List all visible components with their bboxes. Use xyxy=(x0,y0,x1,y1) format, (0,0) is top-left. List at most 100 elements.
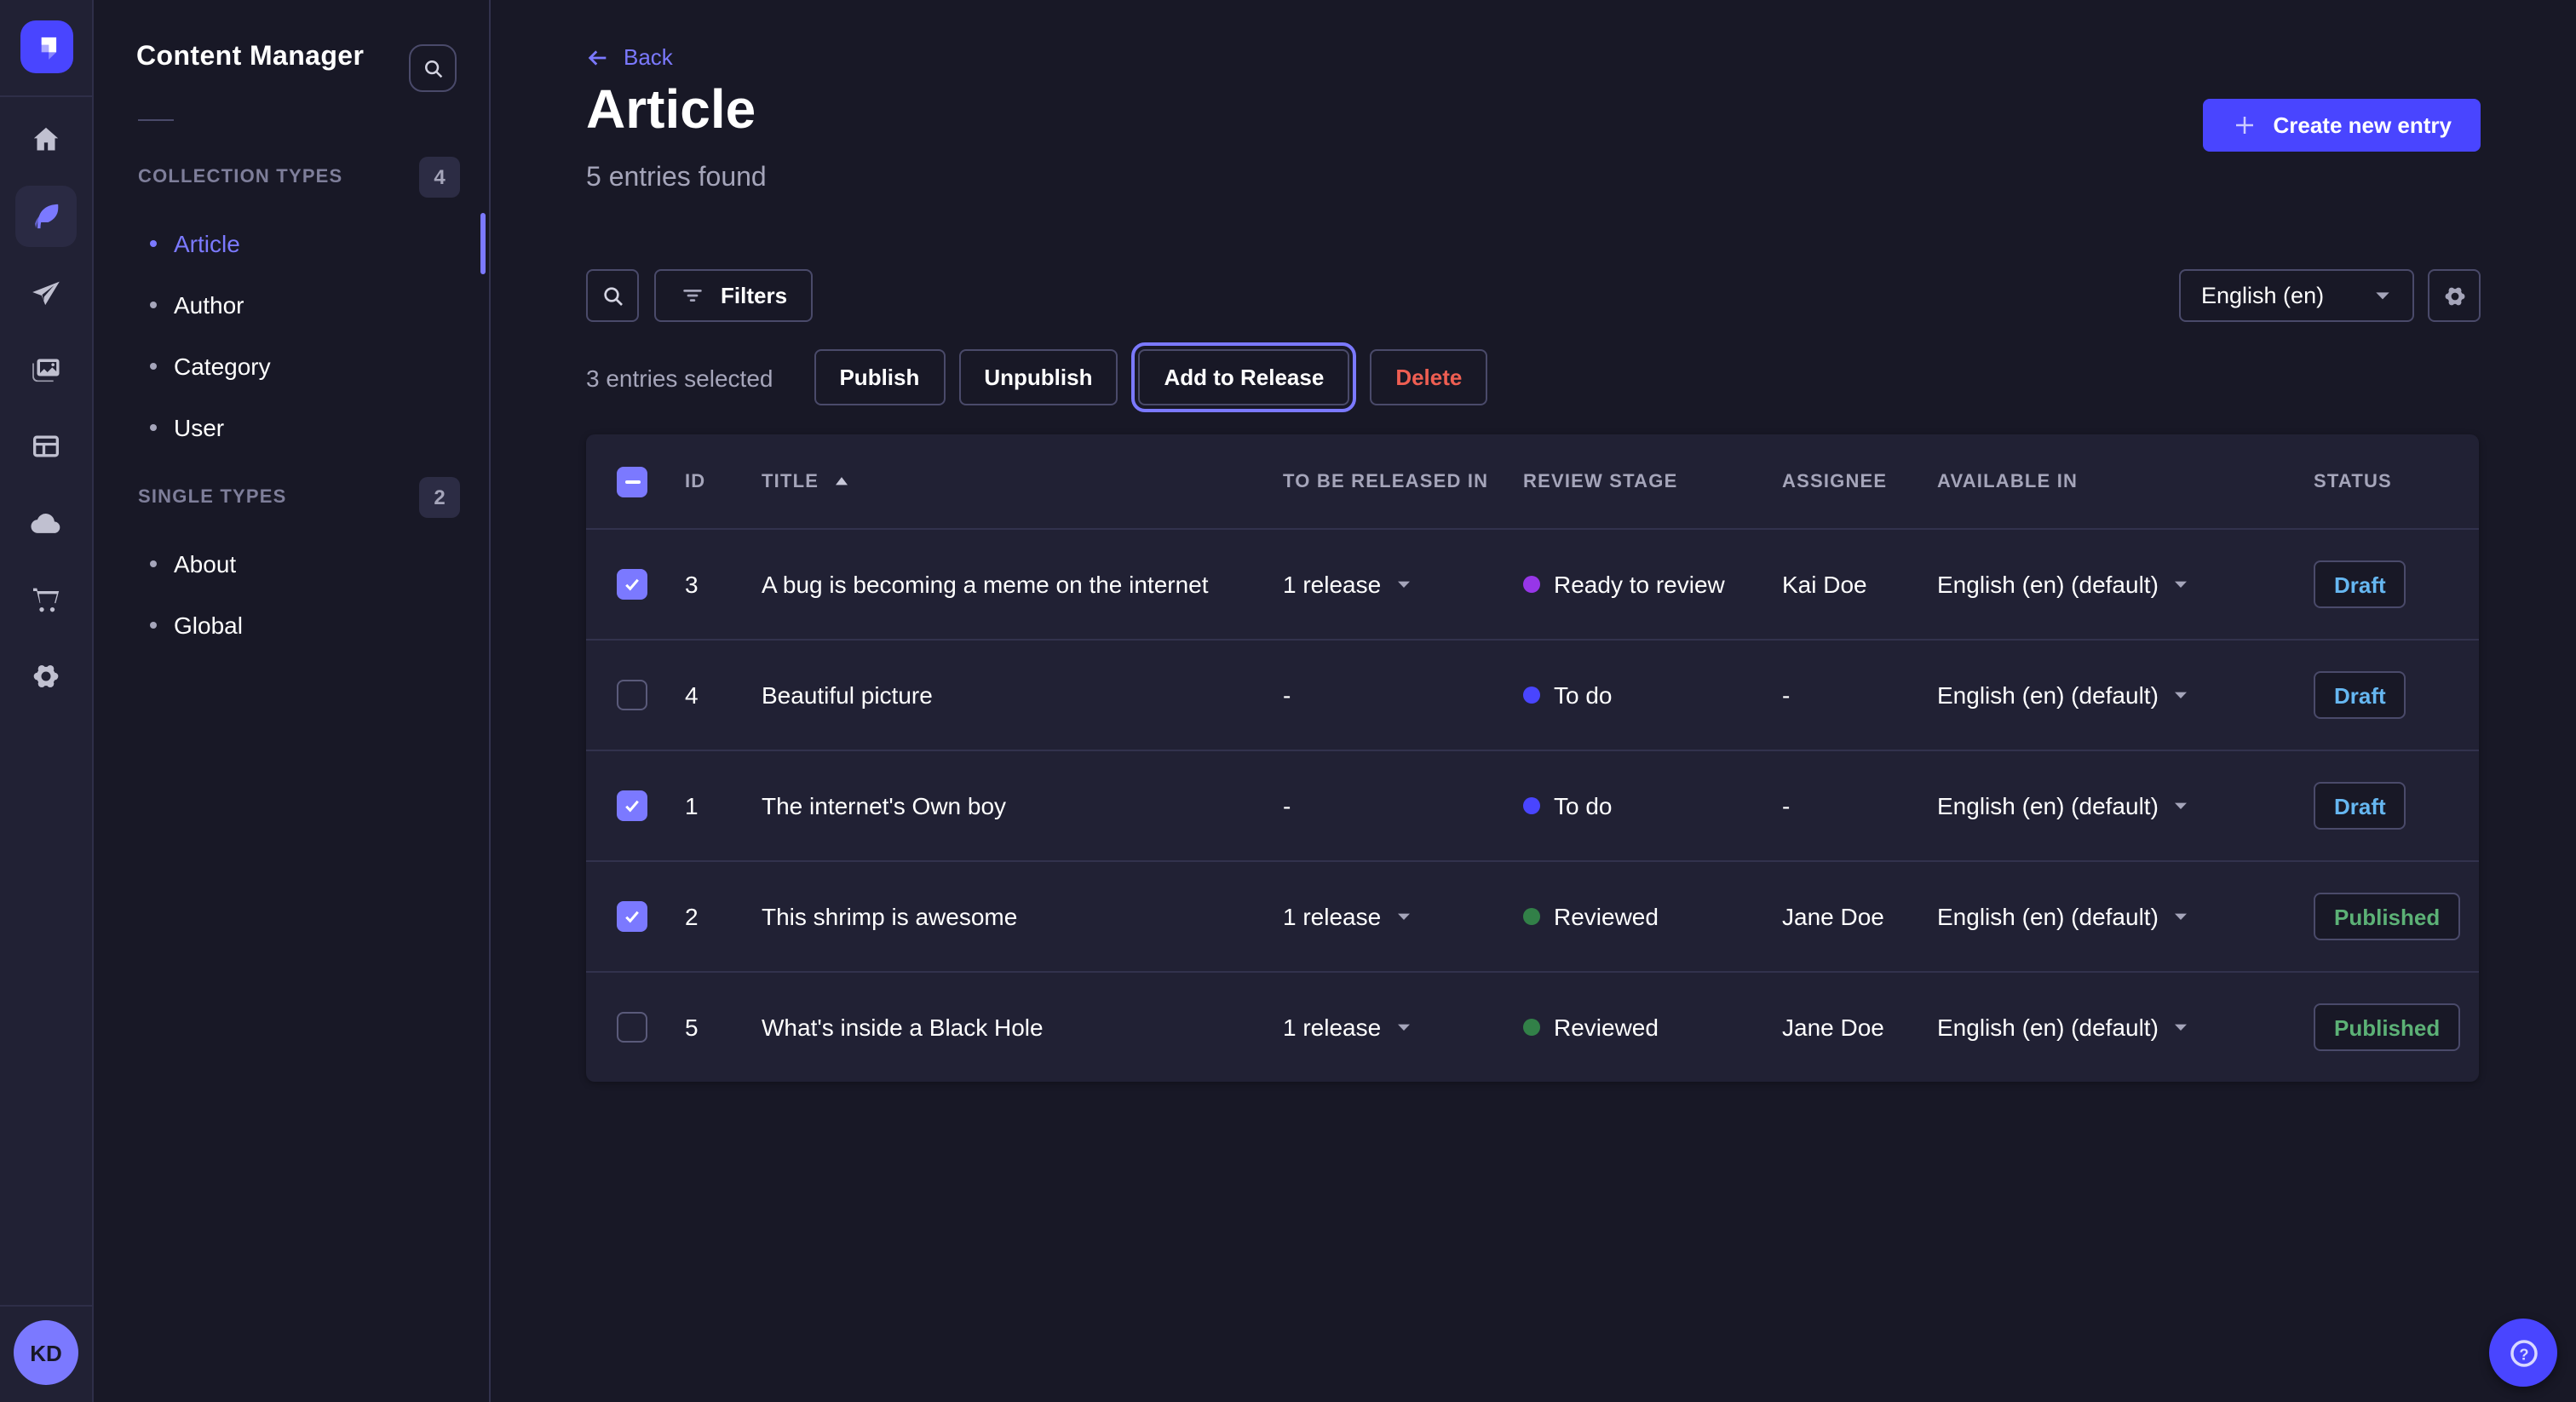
subnav-title: Content Manager xyxy=(136,43,364,73)
content-manager-icon[interactable] xyxy=(15,186,77,247)
rail-divider xyxy=(0,95,92,97)
home-icon[interactable] xyxy=(15,109,77,170)
table-row[interactable]: 4 Beautiful picture - To do - English (e… xyxy=(586,639,2479,750)
cell-id: 2 xyxy=(685,903,762,930)
cell-review-stage: Ready to review xyxy=(1523,571,1782,598)
chevron-down-icon xyxy=(2373,286,2392,305)
settings-gear-icon[interactable] xyxy=(15,646,77,707)
cell-review-stage: Reviewed xyxy=(1523,903,1782,930)
subnav-item-category[interactable]: Category xyxy=(94,336,489,397)
chevron-down-icon xyxy=(1394,576,1412,593)
entries-table: ID TITLE TO BE RELEASED IN REVIEW STAGE … xyxy=(586,434,2479,1082)
column-header-available-in[interactable]: AVAILABLE IN xyxy=(1937,471,2314,491)
stage-dot-icon xyxy=(1523,908,1540,925)
select-all-checkbox[interactable] xyxy=(617,466,647,497)
column-header-assignee[interactable]: ASSIGNEE xyxy=(1782,471,1937,491)
add-to-release-button[interactable]: Add to Release xyxy=(1138,349,1349,405)
stage-dot-icon xyxy=(1523,576,1540,593)
table-row[interactable]: 5 What's inside a Black Hole 1 release R… xyxy=(586,971,2479,1082)
subnav-item-user[interactable]: User xyxy=(94,397,489,458)
chevron-down-icon xyxy=(1394,908,1412,925)
user-avatar[interactable]: KD xyxy=(14,1320,78,1385)
plus-icon xyxy=(2232,112,2257,138)
main-content: Back Article 5 entries found Create new … xyxy=(491,0,2576,1402)
stage-dot-icon xyxy=(1523,797,1540,814)
chevron-down-icon xyxy=(2172,687,2189,704)
subnav-search-button[interactable] xyxy=(409,44,457,92)
chevron-down-icon xyxy=(1394,1019,1412,1036)
subnav-item-label: Category xyxy=(174,353,271,380)
bullet-icon xyxy=(150,363,157,370)
strapi-logo[interactable] xyxy=(20,20,73,73)
back-link[interactable]: Back xyxy=(586,44,673,70)
media-library-icon[interactable] xyxy=(15,339,77,400)
releases-icon[interactable] xyxy=(15,262,77,324)
content-type-builder-icon[interactable] xyxy=(15,416,77,477)
row-checkbox[interactable] xyxy=(617,569,647,600)
search-button[interactable] xyxy=(586,269,639,322)
help-button[interactable]: ? xyxy=(2489,1319,2557,1387)
bullet-icon xyxy=(150,302,157,308)
gear-icon xyxy=(2441,282,2468,309)
search-icon xyxy=(420,55,446,81)
single-types-label: SINGLE TYPES xyxy=(138,477,287,518)
active-item-indicator xyxy=(480,213,486,274)
deploy-cloud-icon[interactable] xyxy=(15,492,77,554)
row-checkbox[interactable] xyxy=(617,680,647,710)
delete-button[interactable]: Delete xyxy=(1370,349,1487,405)
cell-released-in[interactable]: 1 release xyxy=(1283,571,1523,598)
status-badge: Draft xyxy=(2314,560,2406,608)
subnav-item-label: Global xyxy=(174,612,243,639)
strapi-logo-icon xyxy=(31,31,63,63)
cell-available-in[interactable]: English (en) (default) xyxy=(1937,792,2314,819)
filters-label: Filters xyxy=(721,283,787,308)
locale-select[interactable]: English (en) xyxy=(2179,269,2414,322)
cell-assignee: Jane Doe xyxy=(1782,1014,1937,1041)
table-row[interactable]: 3 A bug is becoming a meme on the intern… xyxy=(586,528,2479,639)
filters-button[interactable]: Filters xyxy=(654,269,813,322)
cell-id: 5 xyxy=(685,1014,762,1041)
create-button-label: Create new entry xyxy=(2273,112,2452,138)
subnav-item-label: Author xyxy=(174,291,244,319)
table-row[interactable]: 2 This shrimp is awesome 1 release Revie… xyxy=(586,860,2479,971)
cell-released-in: - xyxy=(1283,792,1523,819)
publish-button[interactable]: Publish xyxy=(814,349,945,405)
collection-types-label: COLLECTION TYPES xyxy=(138,157,342,198)
row-checkbox[interactable] xyxy=(617,901,647,932)
cell-available-in[interactable]: English (en) (default) xyxy=(1937,571,2314,598)
unpublish-button[interactable]: Unpublish xyxy=(958,349,1118,405)
column-header-id[interactable]: ID xyxy=(685,471,762,491)
bullet-icon xyxy=(150,424,157,431)
subnav-item-global[interactable]: Global xyxy=(94,595,489,656)
cell-available-in[interactable]: English (en) (default) xyxy=(1937,903,2314,930)
create-new-entry-button[interactable]: Create new entry xyxy=(2203,99,2481,152)
list-settings-button[interactable] xyxy=(2428,269,2481,322)
cell-released-in[interactable]: 1 release xyxy=(1283,903,1523,930)
column-header-released[interactable]: TO BE RELEASED IN xyxy=(1283,471,1523,491)
sort-ascending-icon xyxy=(832,473,849,490)
single-types-count-badge: 2 xyxy=(419,477,460,518)
subnav-item-author[interactable]: Author xyxy=(94,274,489,336)
table-row[interactable]: 1 The internet's Own boy - To do - Engli… xyxy=(586,750,2479,860)
status-badge: Draft xyxy=(2314,671,2406,719)
back-label: Back xyxy=(624,44,673,70)
stage-dot-icon xyxy=(1523,687,1540,704)
subnav-item-article[interactable]: Article xyxy=(94,213,489,274)
selected-count: 3 entries selected xyxy=(586,364,773,391)
cell-assignee: Kai Doe xyxy=(1782,571,1937,598)
cell-released-in[interactable]: 1 release xyxy=(1283,1014,1523,1041)
subnav-item-about[interactable]: About xyxy=(94,533,489,595)
marketplace-cart-icon[interactable] xyxy=(15,569,77,630)
cell-available-in[interactable]: English (en) (default) xyxy=(1937,681,2314,709)
column-header-status[interactable]: STATUS xyxy=(2314,471,2479,491)
column-header-review-stage[interactable]: REVIEW STAGE xyxy=(1523,471,1782,491)
cell-review-stage: To do xyxy=(1523,792,1782,819)
cell-available-in[interactable]: English (en) (default) xyxy=(1937,1014,2314,1041)
chevron-down-icon xyxy=(2172,908,2189,925)
chevron-down-icon xyxy=(2172,1019,2189,1036)
bullet-icon xyxy=(150,240,157,247)
column-header-title[interactable]: TITLE xyxy=(762,471,1283,491)
subnav-item-label: About xyxy=(174,550,236,577)
row-checkbox[interactable] xyxy=(617,790,647,821)
row-checkbox[interactable] xyxy=(617,1012,647,1043)
